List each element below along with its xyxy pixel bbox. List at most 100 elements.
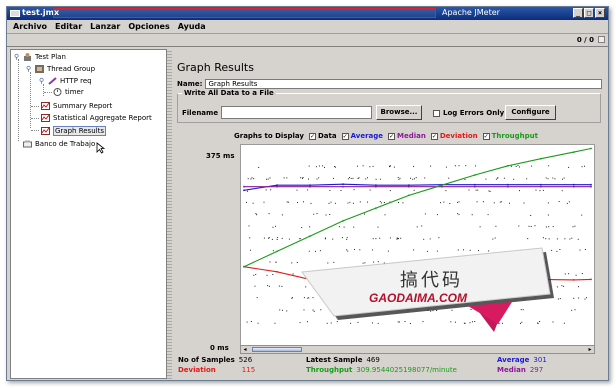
option-deviation[interactable]: ✓ Deviation bbox=[430, 132, 478, 140]
data-sample-dot bbox=[568, 201, 570, 203]
tree-label-graph-results: Graph Results bbox=[53, 126, 106, 136]
tree-node-workbench[interactable]: Banco de Trabajo bbox=[23, 140, 95, 148]
series-point-median bbox=[572, 185, 575, 188]
data-sample-dot bbox=[350, 177, 352, 179]
name-field[interactable]: Graph Results bbox=[205, 79, 603, 89]
series-point-median bbox=[408, 185, 410, 188]
close-button[interactable]: × bbox=[595, 8, 605, 18]
data-sample-dot bbox=[552, 177, 554, 179]
series-point-median bbox=[590, 185, 592, 188]
data-sample-dot bbox=[584, 249, 586, 250]
data-sample-dot bbox=[281, 214, 283, 216]
data-sample-dot bbox=[313, 213, 315, 215]
expand-toggle-icon[interactable]: ⚲ bbox=[26, 65, 31, 73]
data-sample-dot bbox=[367, 177, 368, 179]
scroll-thumb[interactable] bbox=[252, 347, 302, 352]
series-point-median bbox=[540, 185, 542, 188]
data-sample-dot bbox=[325, 214, 327, 216]
menu-opciones[interactable]: Opciones bbox=[128, 22, 169, 31]
log-errors-option[interactable]: Log Errors Only bbox=[433, 109, 504, 117]
scroll-right-icon[interactable]: ▸ bbox=[586, 346, 594, 353]
option-label-average: Average bbox=[350, 132, 384, 140]
data-sample-dot bbox=[519, 166, 520, 168]
data-sample-dot bbox=[547, 202, 549, 204]
data-sample-dot bbox=[369, 166, 371, 168]
title-redaction-box bbox=[53, 8, 436, 18]
data-sample-dot bbox=[346, 237, 348, 239]
option-median[interactable]: ✓ Median bbox=[388, 132, 426, 140]
data-sample-dot bbox=[499, 201, 501, 203]
data-sample-dot bbox=[579, 249, 581, 251]
expand-toggle-icon[interactable]: ⚲ bbox=[39, 77, 44, 85]
median-value: 297 bbox=[529, 366, 544, 374]
watermark-en-text: GAODAIMA.COM bbox=[369, 291, 467, 305]
data-sample-dot bbox=[563, 177, 565, 179]
menu-editar[interactable]: Editar bbox=[55, 22, 82, 31]
throughput-checkbox[interactable]: ✓ bbox=[482, 132, 490, 140]
chart-scrollbar[interactable]: ◂ ▸ bbox=[240, 345, 595, 354]
option-data[interactable]: ✓ Data bbox=[308, 132, 337, 140]
data-sample-dot bbox=[572, 226, 574, 228]
series-point-throughput bbox=[441, 184, 443, 187]
data-sample-dot bbox=[400, 237, 402, 239]
tree-node-graph-results[interactable]: Graph Results bbox=[41, 126, 106, 136]
graphs-to-display-label: Graphs to Display bbox=[234, 132, 304, 140]
test-plan-tree: ⚲ Test Plan ⚲ Thread Group ⚲ HTTP req ti… bbox=[10, 49, 167, 379]
data-sample-dot bbox=[568, 273, 570, 275]
series-point-throughput bbox=[408, 194, 410, 197]
data-sample-dot bbox=[291, 297, 293, 299]
data-sample-dot bbox=[256, 214, 258, 216]
browse-button[interactable]: Browse... bbox=[376, 105, 422, 120]
data-sample-dot bbox=[286, 201, 288, 203]
maximize-button[interactable]: □ bbox=[584, 8, 594, 18]
tree-node-test-plan[interactable]: Test Plan bbox=[23, 53, 66, 61]
median-checkbox[interactable]: ✓ bbox=[388, 132, 396, 140]
data-sample-dot bbox=[495, 178, 497, 180]
deviation-checkbox[interactable]: ✓ bbox=[430, 132, 438, 140]
write-data-legend: Write All Data to a File bbox=[182, 89, 276, 97]
data-sample-dot bbox=[399, 177, 401, 179]
data-sample-dot bbox=[329, 214, 331, 215]
data-sample-dot bbox=[247, 178, 249, 180]
data-sample-dot bbox=[397, 177, 399, 178]
expand-toggle-icon[interactable]: ⚲ bbox=[14, 53, 19, 61]
tree-node-timer[interactable]: timer bbox=[53, 88, 84, 96]
deviation-value: 115 bbox=[241, 366, 256, 374]
log-errors-checkbox[interactable] bbox=[433, 109, 440, 117]
app-icon bbox=[10, 10, 20, 17]
clock-icon bbox=[53, 88, 62, 96]
filename-field[interactable] bbox=[221, 106, 372, 119]
title-bar[interactable]: test.jmx Apache JMeter _ □ × bbox=[7, 7, 608, 20]
data-sample-dot bbox=[379, 178, 381, 180]
option-average[interactable]: ✓ Average bbox=[341, 132, 384, 140]
menu-lanzar[interactable]: Lanzar bbox=[90, 22, 120, 31]
average-checkbox[interactable]: ✓ bbox=[341, 132, 349, 140]
data-sample-dot bbox=[357, 165, 358, 167]
minimize-button[interactable]: _ bbox=[573, 8, 583, 18]
tree-node-summary-report[interactable]: Summary Report bbox=[41, 102, 112, 110]
scroll-left-icon[interactable]: ◂ bbox=[241, 346, 249, 353]
menu-ayuda[interactable]: Ayuda bbox=[178, 22, 206, 31]
data-checkbox[interactable]: ✓ bbox=[308, 132, 316, 140]
configure-button[interactable]: Configure bbox=[505, 105, 556, 120]
data-sample-dot bbox=[559, 249, 561, 250]
data-sample-dot bbox=[300, 177, 302, 179]
menu-archivo[interactable]: Archivo bbox=[13, 22, 47, 31]
tree-node-stat-report[interactable]: Statistical Aggregate Report bbox=[41, 114, 152, 122]
data-sample-dot bbox=[263, 201, 265, 203]
pipette-icon bbox=[48, 77, 57, 85]
data-sample-dot bbox=[581, 273, 583, 274]
data-sample-dot bbox=[272, 274, 274, 275]
data-sample-dot bbox=[393, 166, 395, 168]
data-sample-dot bbox=[519, 190, 520, 192]
tree-label-thread-group: Thread Group bbox=[47, 65, 96, 73]
tree-node-thread-group[interactable]: Thread Group bbox=[35, 65, 95, 73]
data-sample-dot bbox=[334, 202, 336, 204]
tree-label-workbench: Banco de Trabajo bbox=[35, 140, 96, 148]
option-throughput[interactable]: ✓ Throughput bbox=[482, 132, 538, 140]
tree-node-http-req[interactable]: HTTP req bbox=[48, 77, 92, 85]
series-point-throughput bbox=[309, 235, 311, 237]
data-sample-dot bbox=[445, 166, 447, 168]
series-point-average bbox=[342, 183, 344, 186]
data-sample-dot bbox=[527, 238, 529, 240]
